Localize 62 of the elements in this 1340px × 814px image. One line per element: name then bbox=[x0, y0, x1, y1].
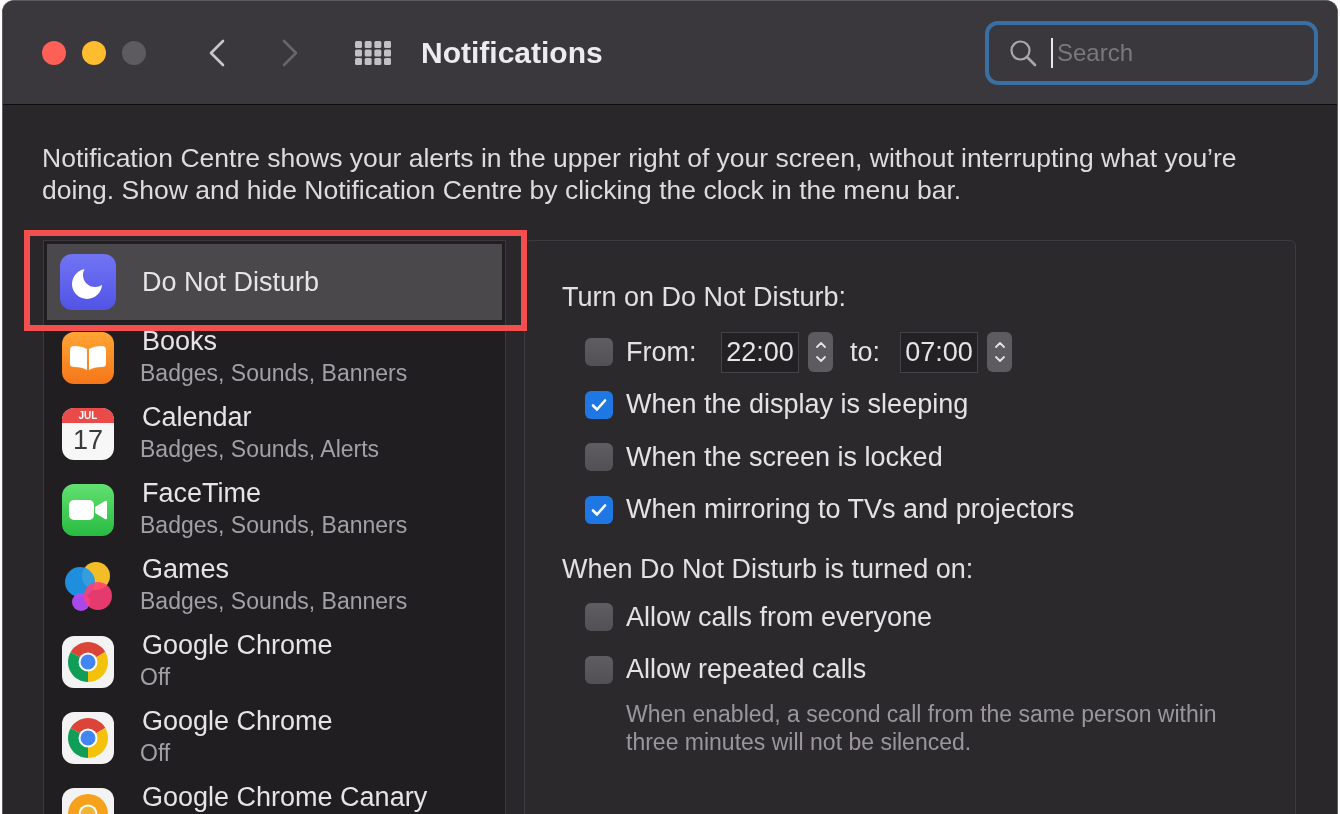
app-detail: Badges, Sounds, Banners bbox=[140, 587, 408, 616]
sidebar-item[interactable]: Games Badges, Sounds, Banners bbox=[47, 548, 502, 624]
app-name: Games bbox=[142, 554, 231, 584]
back-chevron-icon bbox=[207, 37, 227, 68]
time-label: From: bbox=[626, 336, 698, 368]
up-down-chevron-icon bbox=[814, 339, 827, 365]
up-down-chevron-icon bbox=[993, 339, 1006, 365]
checkbox[interactable] bbox=[585, 338, 613, 366]
app-detail: Off bbox=[140, 739, 172, 768]
app-detail: Badges, Sounds, Alerts bbox=[140, 435, 380, 464]
checkbox-label: When the display is sleeping bbox=[626, 389, 969, 420]
app-name: Google Chrome bbox=[142, 630, 333, 660]
app-name: Calendar bbox=[142, 402, 253, 432]
app-name: Google Chrome Canary bbox=[142, 782, 428, 812]
time-label: to: bbox=[850, 336, 882, 368]
open-book-icon bbox=[60, 330, 116, 386]
text-cursor bbox=[1051, 37, 1053, 68]
sidebar-item[interactable]: Google Chrome Off bbox=[47, 624, 502, 700]
section-heading: Turn on Do Not Disturb: bbox=[562, 282, 848, 312]
app-name: Google Chrome bbox=[142, 706, 333, 736]
app-name: Books bbox=[142, 326, 219, 356]
time-stepper[interactable] bbox=[808, 332, 833, 372]
checkbox-label: Allow calls from everyone bbox=[626, 601, 933, 633]
checkbox[interactable] bbox=[585, 495, 613, 524]
back-button[interactable] bbox=[207, 37, 227, 68]
checkbox-label: Allow repeated calls bbox=[626, 654, 867, 685]
app-detail: Badges, Sounds, Banners bbox=[140, 359, 408, 388]
app-name: FaceTime bbox=[142, 478, 263, 508]
sidebar-item[interactable]: Books Badges, Sounds, Banners bbox=[47, 320, 502, 396]
help-text: When enabled, a second call from the same person within three minutes will not be silenced. bbox=[626, 700, 1218, 756]
checkmark-icon bbox=[591, 397, 607, 412]
checkbox[interactable] bbox=[585, 443, 613, 471]
sidebar-item[interactable]: Google Chrome Canary bbox=[47, 776, 502, 814]
moon-icon bbox=[60, 254, 116, 310]
app-detail: Badges, Sounds, Banners bbox=[140, 511, 408, 540]
app-name: Do Not Disturb bbox=[142, 267, 320, 297]
sidebar-item[interactable]: FaceTime Badges, Sounds, Banners bbox=[47, 472, 502, 548]
checkbox[interactable] bbox=[585, 390, 613, 419]
window-title: Notifications bbox=[421, 35, 603, 70]
sidebar-item[interactable]: Google Chrome Off bbox=[47, 700, 502, 776]
close-button[interactable] bbox=[42, 40, 66, 65]
calendar-day: 17 bbox=[72, 423, 103, 457]
time-field[interactable]: 07:00 bbox=[900, 331, 978, 373]
app-detail: Off bbox=[140, 663, 172, 692]
description-text: Notification Centre shows your alerts in the upper right of your screen, without interrupting what you’re doing. Show and hide Notification Centre by clicking the clock in the menu bar. bbox=[42, 142, 1238, 206]
checkbox-label: When the screen is locked bbox=[626, 441, 943, 473]
calendar-month: JUL bbox=[62, 408, 114, 423]
minimize-button[interactable] bbox=[82, 40, 106, 65]
search-field[interactable]: Search bbox=[985, 20, 1318, 85]
sidebar-item[interactable]: JUL 17 Calendar Badges, Sounds, Alerts bbox=[47, 396, 502, 472]
video-camera-icon bbox=[60, 482, 116, 538]
grid-icon[interactable] bbox=[355, 40, 391, 65]
section-heading: When Do Not Disturb is turned on: bbox=[562, 554, 975, 584]
checkmark-icon bbox=[591, 502, 607, 517]
time-field[interactable]: 22:00 bbox=[721, 331, 799, 373]
search-icon bbox=[1009, 38, 1037, 67]
forward-chevron-icon bbox=[280, 37, 300, 68]
checkbox[interactable] bbox=[585, 603, 613, 631]
time-stepper[interactable] bbox=[987, 332, 1012, 372]
sidebar-item[interactable]: Do Not Disturb bbox=[47, 244, 502, 320]
checkbox[interactable] bbox=[585, 655, 613, 684]
checkbox-label: When mirroring to TVs and projectors bbox=[626, 494, 1075, 525]
